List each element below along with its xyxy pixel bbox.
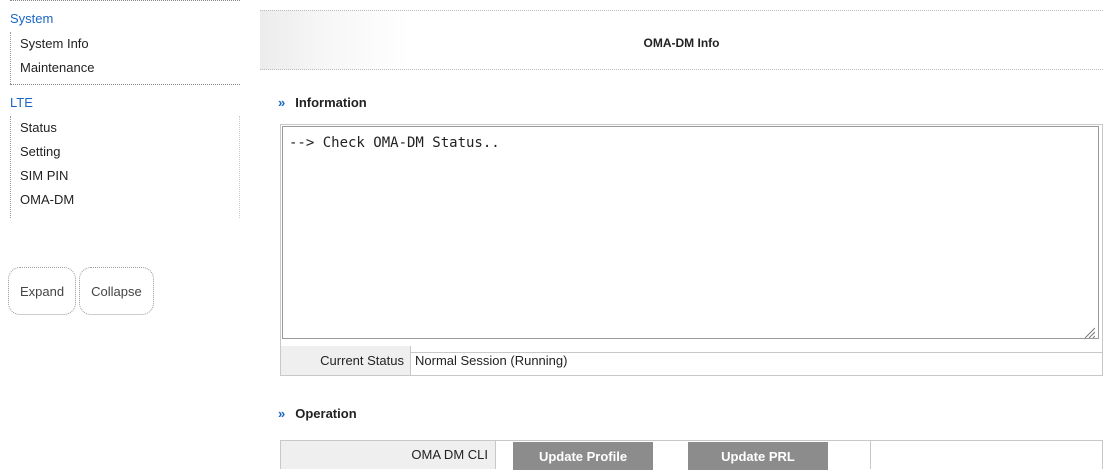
current-status-value: Normal Session (Running): [415, 353, 568, 368]
double-chevron-right-icon: »: [278, 406, 286, 421]
menu-group-lte: LTE Status Setting SIM PIN OMA-DM: [10, 84, 240, 218]
operation-section-heading: » Operation: [278, 406, 357, 421]
expand-button[interactable]: Expand: [8, 267, 77, 315]
group-title-system[interactable]: System: [10, 1, 240, 32]
oma-dm-cli-actions: Update Profile Update PRL: [496, 441, 871, 470]
oma-dm-log-textarea[interactable]: --> Check OMA-DM Status..: [282, 126, 1099, 339]
double-chevron-right-icon: »: [278, 95, 286, 110]
information-heading-label: Information: [295, 95, 367, 110]
menu-items-system: System Info Maintenance: [10, 32, 240, 84]
current-status-label: Current Status: [281, 346, 411, 375]
resize-grip-icon[interactable]: [1083, 326, 1095, 338]
sidebar-menu: System System Info Maintenance LTE Statu…: [8, 0, 240, 315]
sidebar-item-maintenance[interactable]: Maintenance: [11, 56, 240, 80]
sidebar-item-system-info[interactable]: System Info: [11, 32, 240, 56]
operation-heading-label: Operation: [295, 406, 357, 421]
oma-dm-cli-label: OMA DM CLI: [281, 441, 496, 469]
oma-dm-cli-row: OMA DM CLI Update Profile Update PRL: [280, 440, 1103, 470]
information-section-heading: » Information: [278, 95, 367, 110]
sidebar-item-setting[interactable]: Setting: [11, 140, 239, 164]
menu-group-system: System System Info Maintenance: [10, 0, 240, 84]
group-title-lte[interactable]: LTE: [10, 85, 240, 116]
update-prl-button[interactable]: Update PRL: [688, 442, 828, 470]
menu-items-lte: Status Setting SIM PIN OMA-DM: [10, 116, 240, 218]
collapse-button[interactable]: Collapse: [79, 267, 154, 315]
sidebar-buttons: Expand Collapse: [8, 267, 154, 315]
page-title: OMA-DM Info: [643, 36, 720, 50]
sidebar-item-status[interactable]: Status: [11, 116, 239, 140]
update-profile-button[interactable]: Update Profile: [513, 442, 653, 470]
main-content: OMA-DM Info » Information --> Check OMA-…: [260, 10, 1103, 470]
title-bar: OMA-DM Info: [260, 10, 1103, 70]
information-panel: --> Check OMA-DM Status..: [280, 124, 1103, 353]
sidebar-item-sim-pin[interactable]: SIM PIN: [11, 164, 239, 188]
current-status-row: Current Status Normal Session (Running): [280, 346, 1103, 376]
sidebar-item-oma-dm[interactable]: OMA-DM: [11, 188, 239, 212]
